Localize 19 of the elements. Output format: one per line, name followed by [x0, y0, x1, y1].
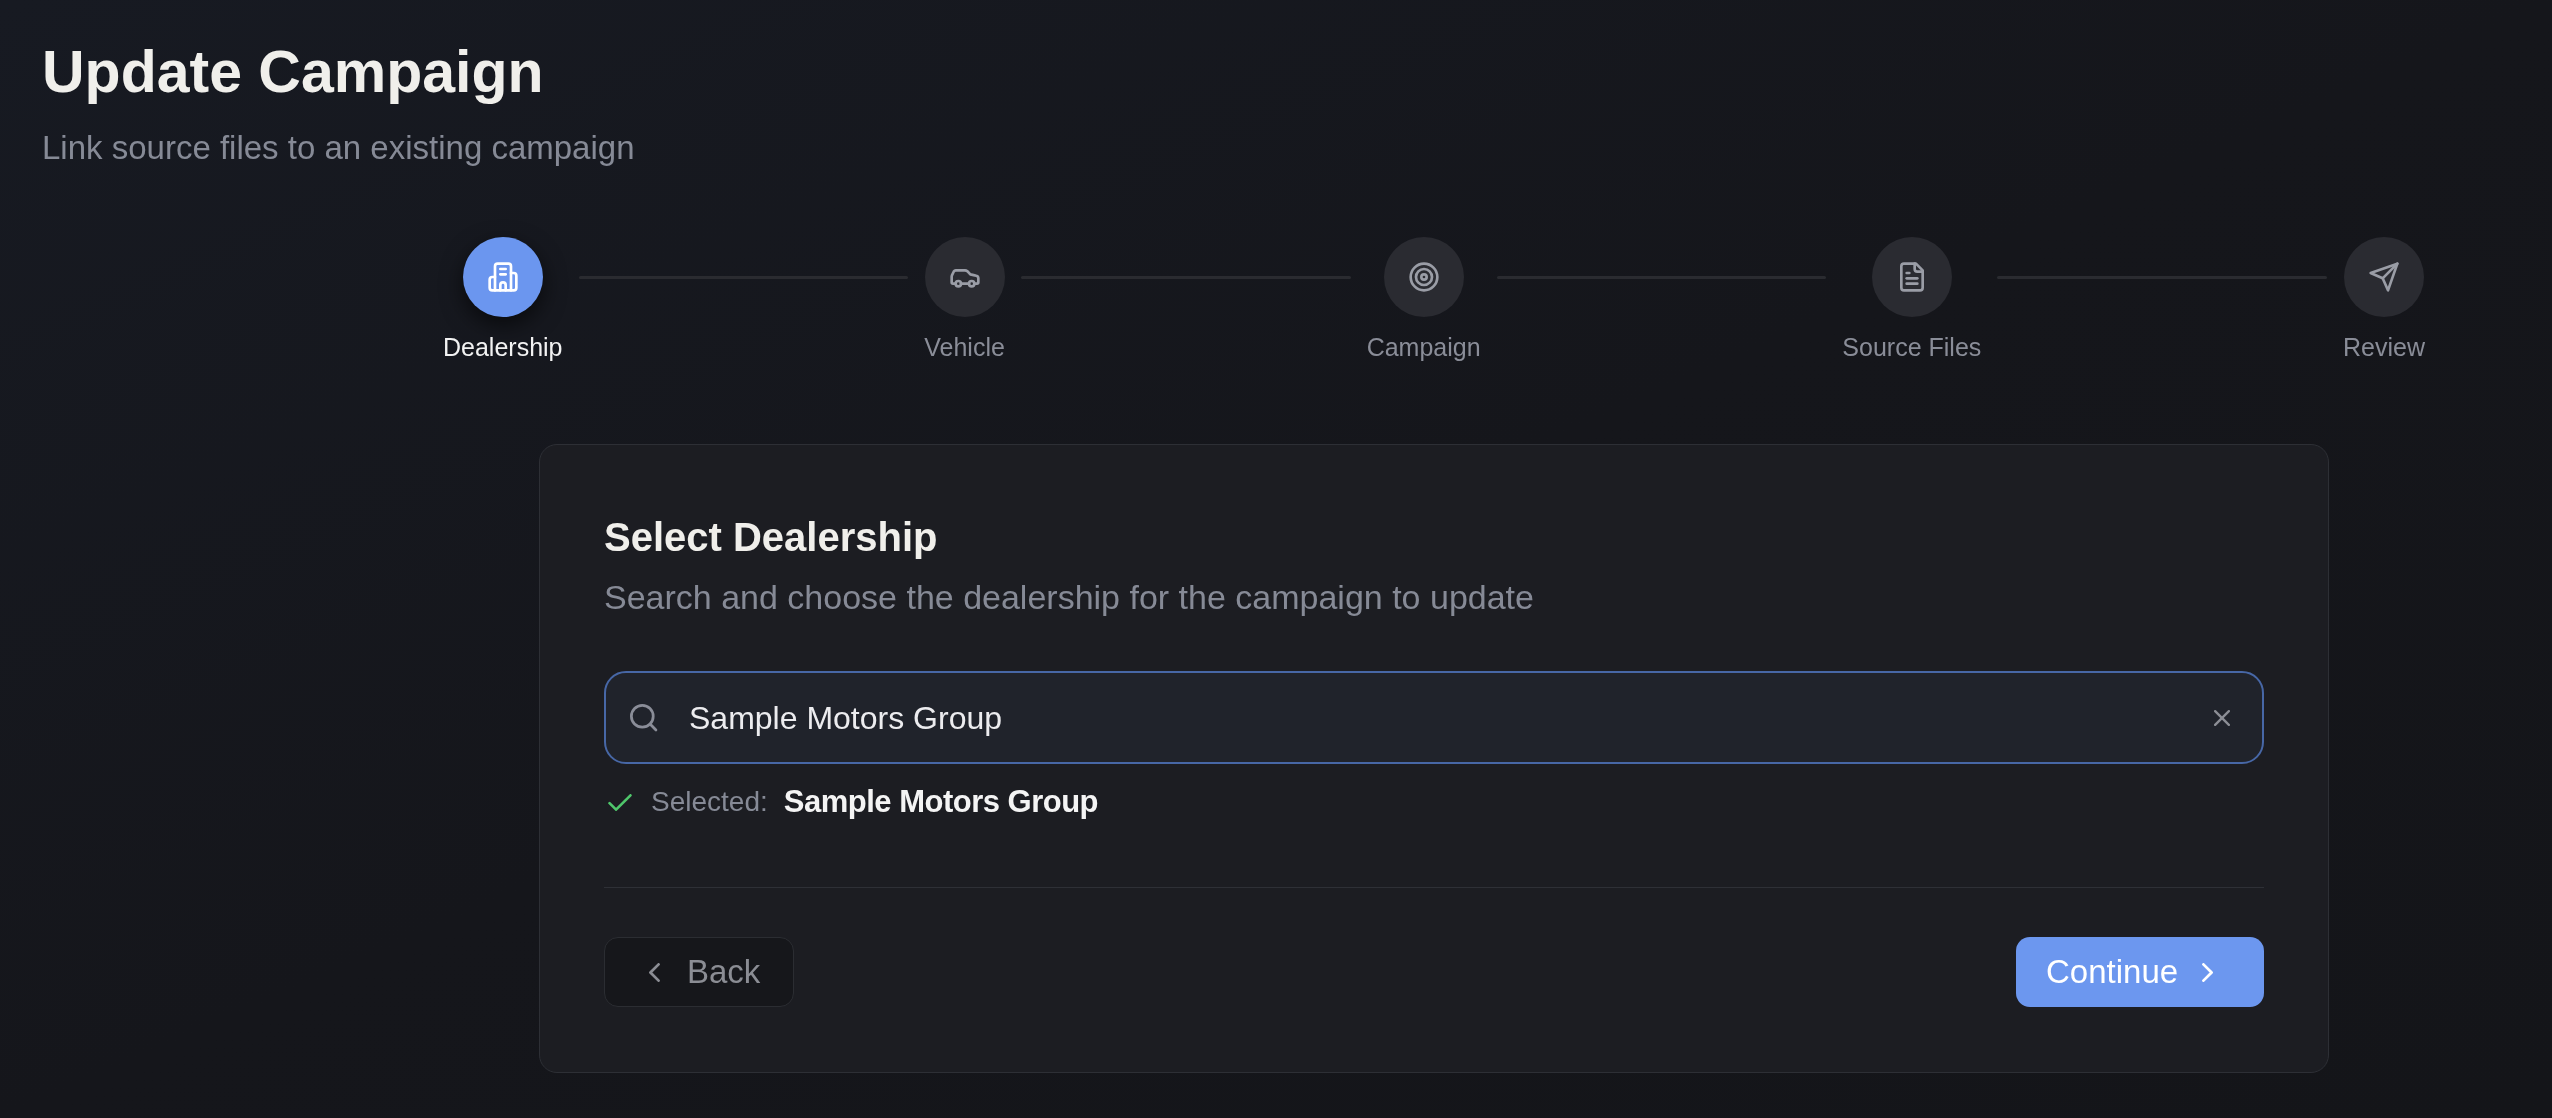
selected-value: Sample Motors Group	[783, 783, 1099, 821]
selected-label: Selected:	[651, 785, 768, 819]
search-icon	[630, 703, 658, 732]
step-label: Vehicle	[924, 332, 1005, 363]
step-label: Source Files	[1842, 332, 1982, 363]
step-label: Review	[2343, 332, 2426, 363]
chevron-right-icon	[2202, 962, 2214, 982]
close-icon[interactable]	[2214, 709, 2230, 726]
card-title: Select Dealership	[604, 514, 938, 561]
step-label: Campaign	[1366, 332, 1481, 363]
page-subtitle: Link source files to an existing campaign	[42, 128, 635, 168]
check-icon	[608, 793, 632, 811]
continue-button[interactable]: Continue	[2016, 937, 2264, 1007]
card-description: Search and choose the dealership for the campaign to update	[604, 577, 1534, 618]
chevron-left-icon	[649, 962, 660, 982]
search-field[interactable]: Sample Motors Group	[604, 671, 2264, 764]
page-title: Update Campaign	[42, 38, 544, 107]
back-button[interactable]: Back	[604, 937, 794, 1007]
step-label: Dealership	[443, 332, 563, 363]
